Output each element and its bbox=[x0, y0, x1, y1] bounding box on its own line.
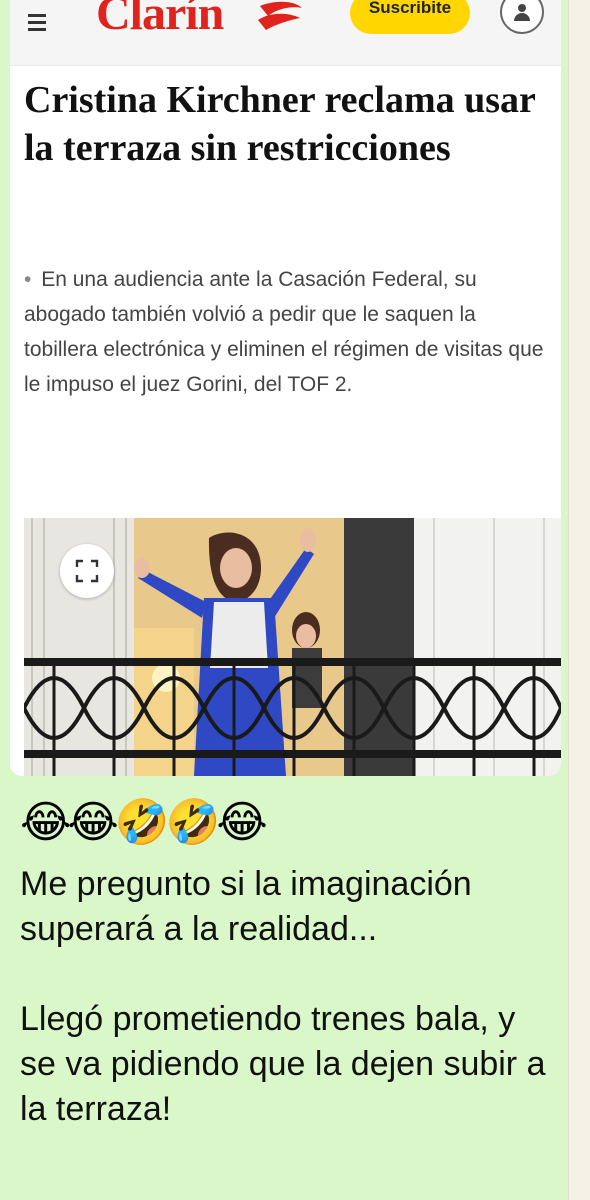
summary-text: En una audiencia ante la Casación Federa… bbox=[24, 268, 544, 396]
article-headline[interactable]: Cristina Kirchner reclama usar la terraz… bbox=[24, 76, 544, 172]
hamburger-icon[interactable] bbox=[28, 14, 48, 34]
article-photo[interactable] bbox=[24, 518, 561, 776]
site-logo[interactable]: Clarín bbox=[96, 0, 224, 41]
chat-wallpaper bbox=[568, 0, 590, 1200]
summary-bullet: • bbox=[24, 268, 32, 291]
user-icon[interactable] bbox=[500, 0, 544, 34]
subscribe-button[interactable]: Suscribite bbox=[350, 0, 470, 34]
clarin-mark-icon bbox=[258, 1, 302, 31]
article-summary: • En una audiencia ante la Casación Fede… bbox=[24, 262, 552, 402]
message-emojis: 😂😂🤣🤣😂 bbox=[20, 798, 268, 847]
site-header: Clarín Suscribite bbox=[10, 0, 561, 66]
expand-icon[interactable] bbox=[60, 544, 114, 598]
message-text: Me pregunto si la imaginación superará a… bbox=[20, 865, 546, 1128]
message-bubble[interactable]: Clarín Suscribite Cristina Kirchner recl… bbox=[0, 0, 568, 1200]
article-preview-card[interactable]: Clarín Suscribite Cristina Kirchner recl… bbox=[10, 0, 561, 776]
